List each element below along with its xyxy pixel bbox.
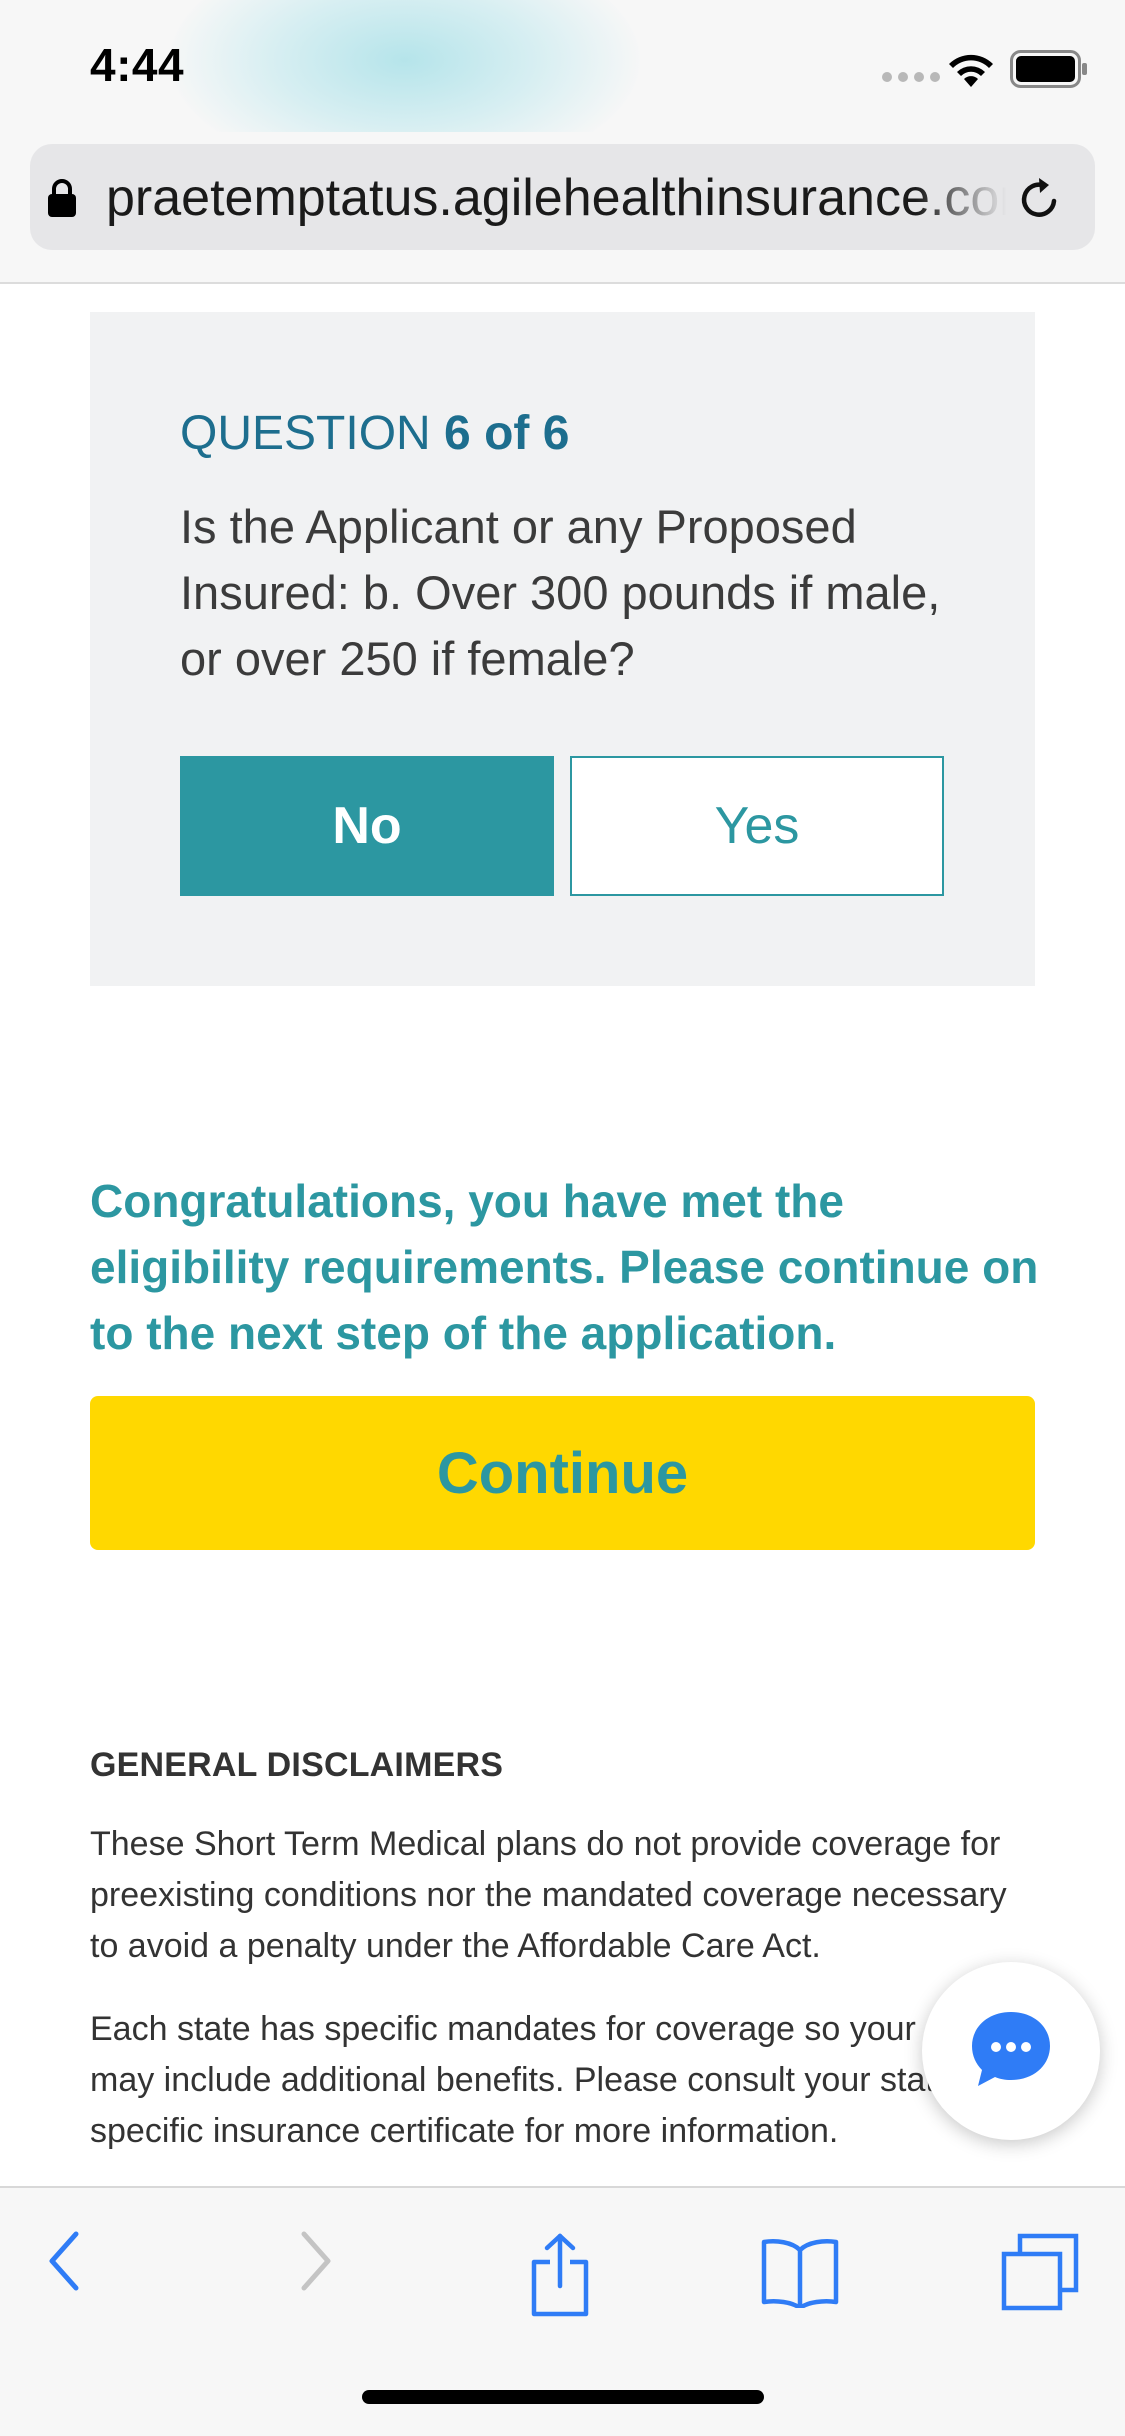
continue-button[interactable]: Continue bbox=[90, 1396, 1035, 1550]
home-indicator bbox=[362, 2390, 764, 2404]
answer-no-button[interactable]: No bbox=[180, 756, 554, 896]
question-card: QUESTION 6 of 6 Is the Applicant or any … bbox=[90, 312, 1035, 986]
wifi-icon bbox=[949, 54, 993, 87]
lock-icon bbox=[48, 179, 76, 217]
chat-bubble-icon bbox=[972, 2012, 1050, 2086]
battery-icon bbox=[1010, 50, 1087, 88]
answer-yes-button[interactable]: Yes bbox=[570, 756, 944, 896]
disclaimer-paragraph: Each state has specific mandates for cov… bbox=[90, 2010, 990, 2150]
browser-address-area: praetemptatus.agilehealthinsurance.com bbox=[0, 132, 1125, 284]
tabs-icon[interactable] bbox=[1000, 2232, 1080, 2312]
url-text[interactable]: praetemptatus.agilehealthinsurance.com bbox=[106, 168, 1006, 228]
url-bar[interactable]: praetemptatus.agilehealthinsurance.com bbox=[30, 144, 1095, 250]
forward-icon[interactable] bbox=[296, 2228, 336, 2294]
question-count: 6 of 6 bbox=[444, 407, 570, 460]
question-text: Is the Applicant or any Proposed Insured… bbox=[180, 500, 941, 685]
question-label-prefix: QUESTION bbox=[180, 407, 431, 460]
question-label: QUESTION 6 of 6 bbox=[180, 406, 569, 461]
chat-widget-button[interactable] bbox=[922, 1962, 1100, 2140]
back-icon[interactable] bbox=[44, 2228, 84, 2294]
bookmarks-icon[interactable] bbox=[760, 2236, 840, 2308]
reload-icon[interactable] bbox=[1015, 174, 1065, 224]
disclaimer-paragraph: These Short Term Medical plans do not pr… bbox=[90, 1825, 1007, 1965]
share-icon[interactable] bbox=[528, 2232, 592, 2318]
disclaimers-heading: GENERAL DISCLAIMERS bbox=[90, 1746, 504, 1784]
status-bar: 4:44 bbox=[0, 0, 1125, 180]
cellular-signal-icon bbox=[882, 72, 940, 82]
status-time: 4:44 bbox=[90, 39, 185, 91]
eligibility-message: Congratulations, you have met the eligib… bbox=[90, 1175, 1039, 1359]
page: 4:44 praetemptatus.agilehealthinsurance.… bbox=[0, 0, 1125, 2436]
